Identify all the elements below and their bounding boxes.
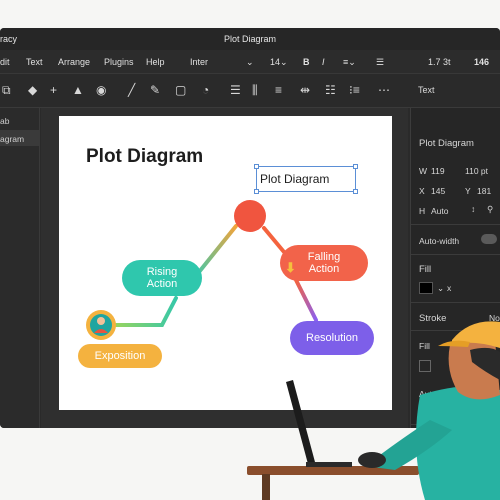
- person-hand: [358, 452, 386, 468]
- person-illustration: [286, 321, 500, 500]
- person-cap-brim: [438, 340, 470, 347]
- laptop-screen: [286, 380, 315, 464]
- scene: racy Plot Diagram dit Text Arrange Plugi…: [0, 0, 500, 500]
- laptop-base: [306, 462, 352, 467]
